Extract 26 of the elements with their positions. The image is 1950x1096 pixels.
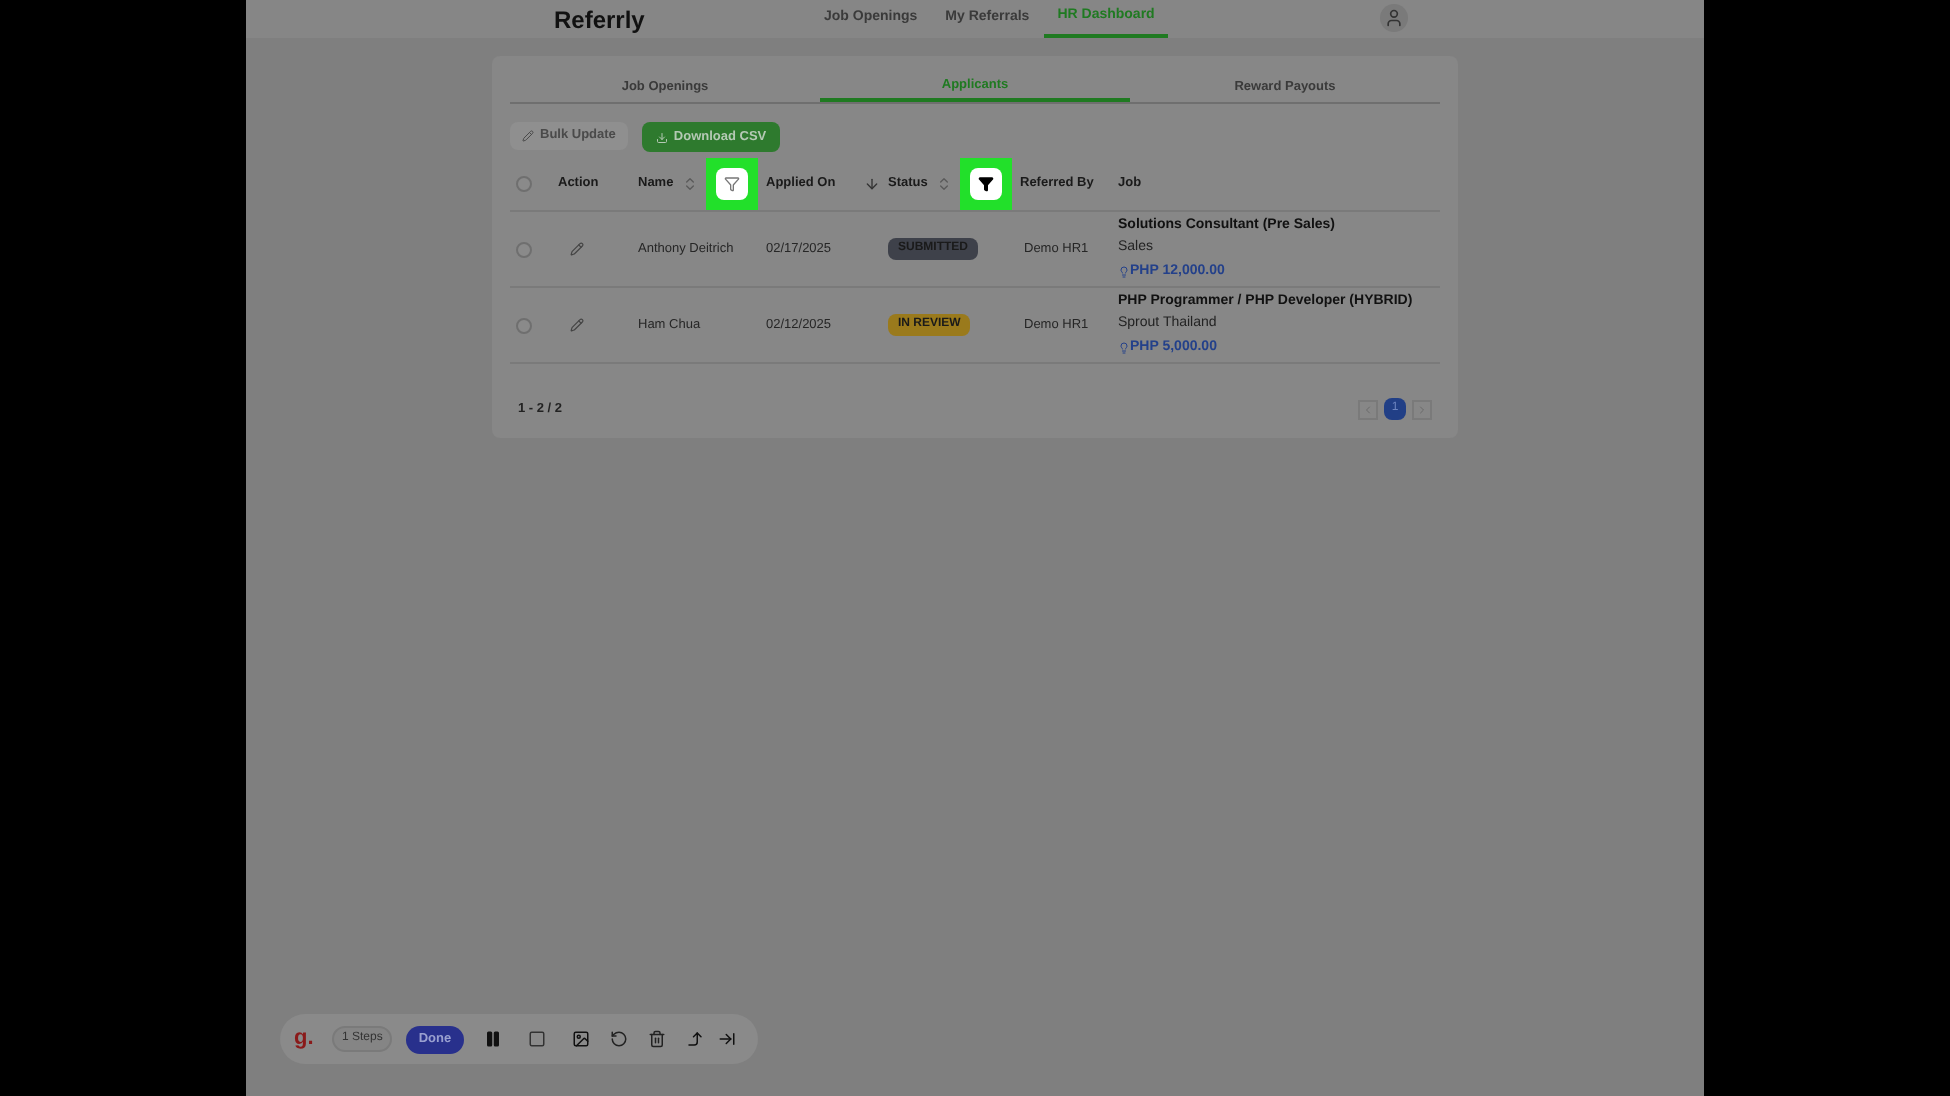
edit-icon[interactable]: [570, 242, 584, 256]
edit-icon[interactable]: [570, 318, 584, 332]
stop-icon[interactable]: [527, 1030, 546, 1048]
user-icon: [1384, 8, 1404, 28]
brand-logo[interactable]: Referrly: [554, 1, 810, 37]
row-checkbox[interactable]: [516, 241, 532, 257]
lightbulb-icon: [1118, 342, 1130, 354]
filter-icon: [978, 175, 994, 191]
trash-icon[interactable]: [647, 1030, 666, 1048]
profile-button[interactable]: [1380, 4, 1408, 32]
image-icon[interactable]: [571, 1030, 590, 1048]
download-icon: [655, 131, 668, 143]
recorder-logo: g.: [294, 1024, 316, 1055]
filter-button[interactable]: [960, 157, 1012, 209]
pencil-icon: [522, 130, 534, 142]
pause-icon[interactable]: [483, 1030, 502, 1048]
arrow-up-icon[interactable]: [685, 1030, 704, 1048]
exit-icon[interactable]: [717, 1030, 736, 1048]
sort-icon[interactable]: [682, 175, 698, 191]
sort-icon[interactable]: [864, 175, 880, 191]
select-all-checkbox[interactable]: [516, 175, 532, 191]
sort-icon[interactable]: [936, 175, 952, 191]
filter-icon: [724, 175, 740, 191]
row-checkbox[interactable]: [516, 317, 532, 333]
lightbulb-icon: [1118, 266, 1130, 278]
undo-icon[interactable]: [609, 1030, 628, 1048]
